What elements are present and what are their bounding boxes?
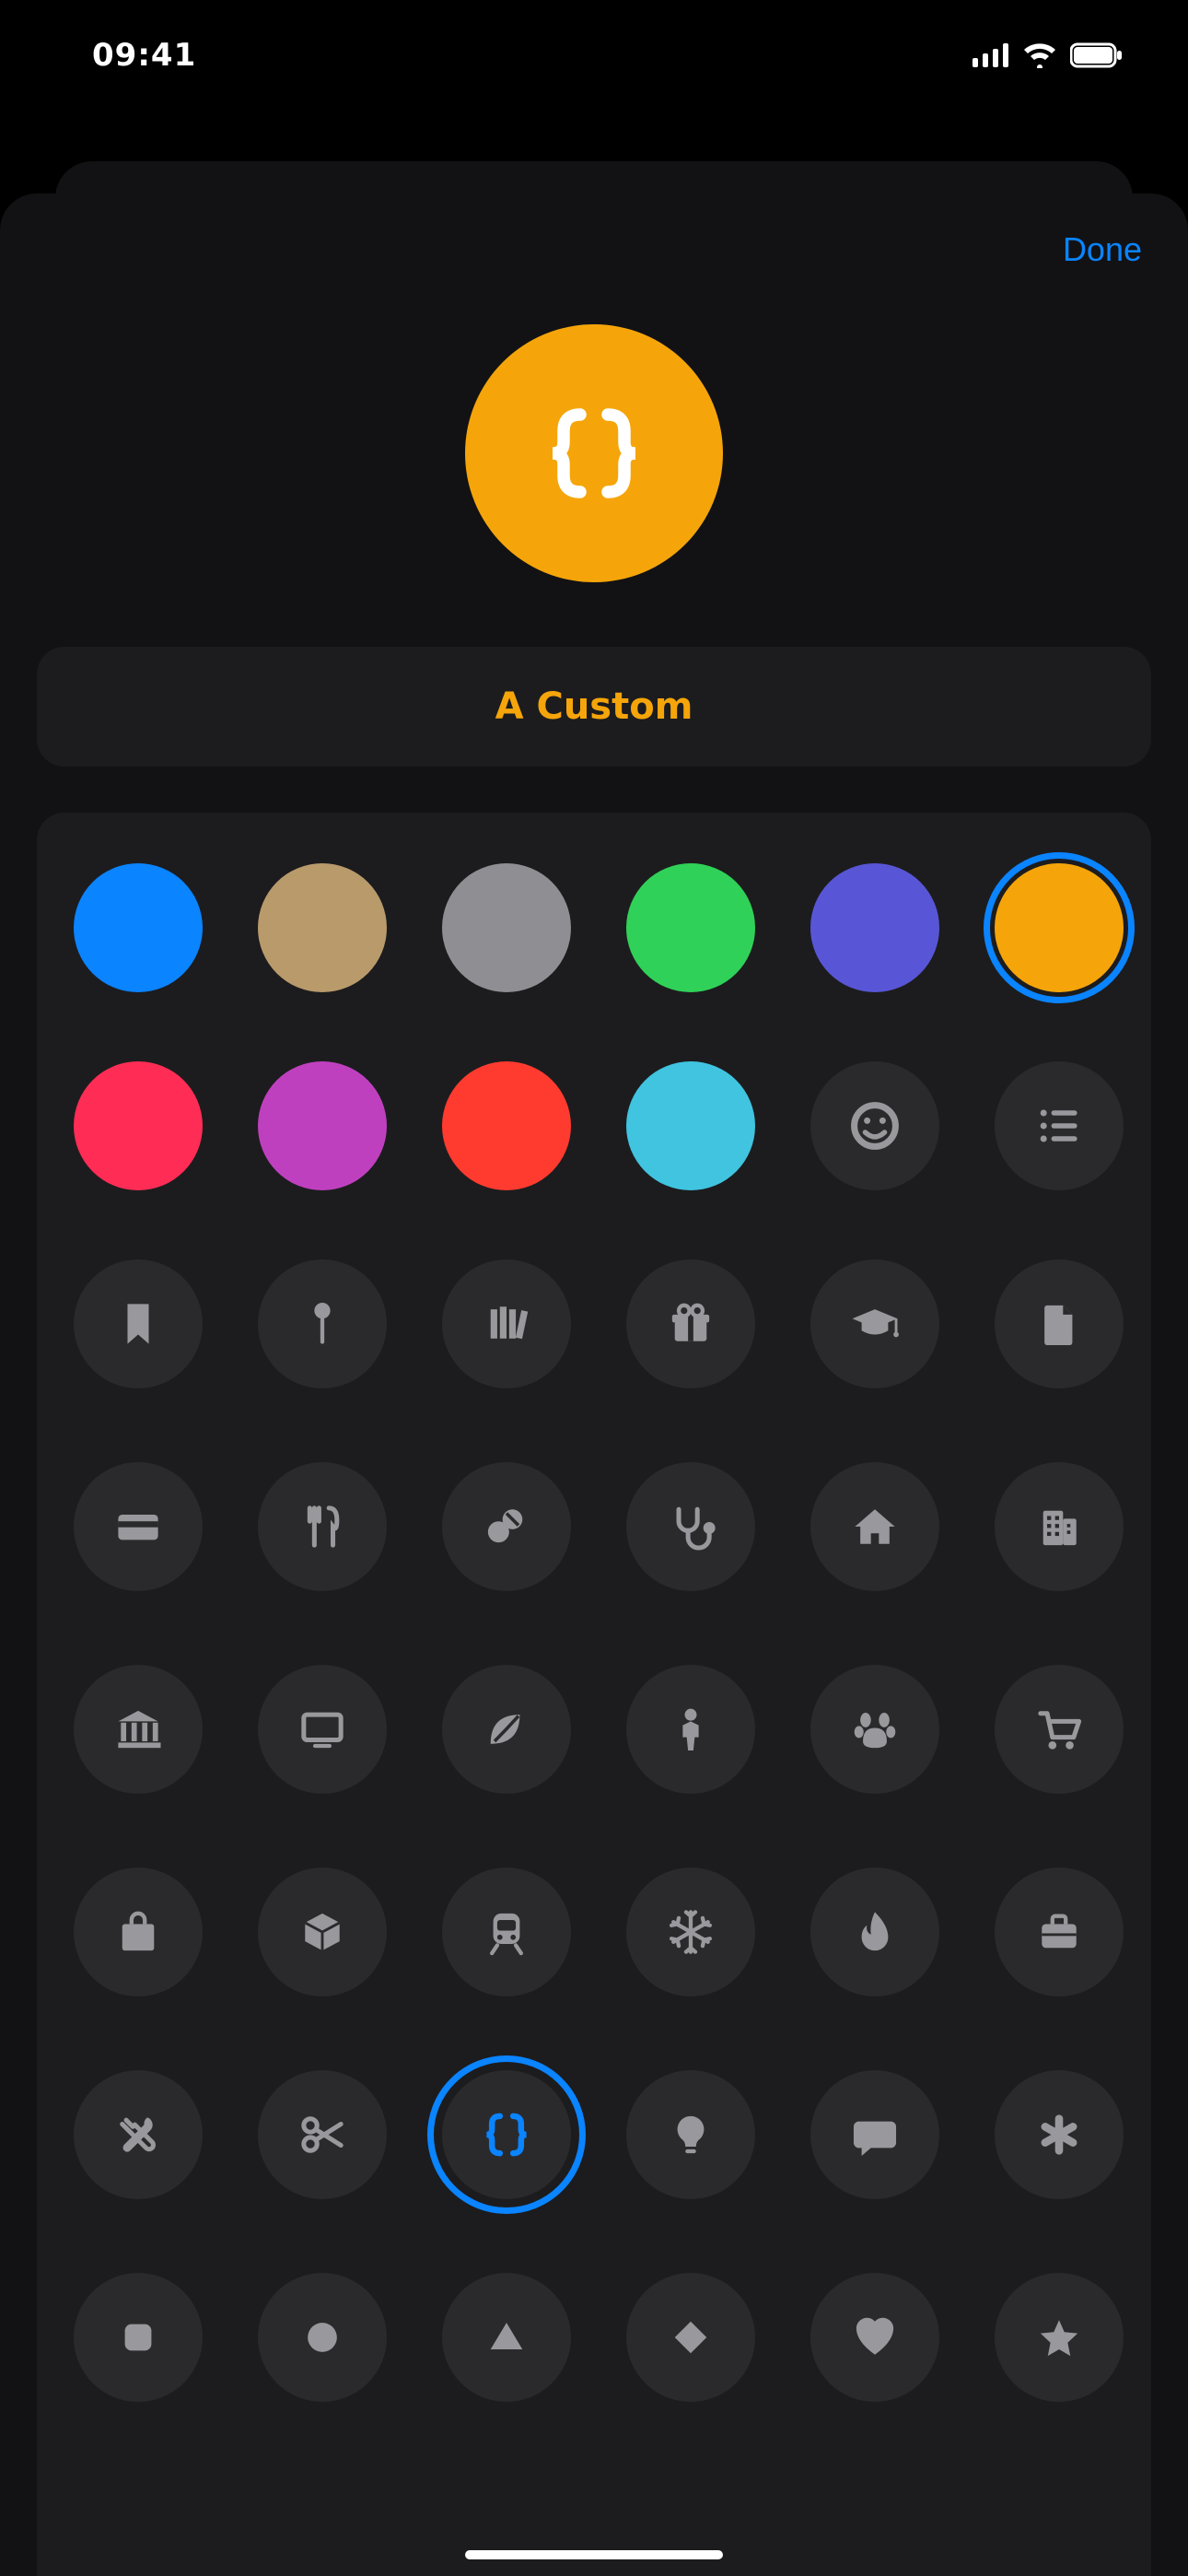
flame-icon[interactable] [810, 1868, 939, 1996]
done-button[interactable]: Done [1063, 230, 1142, 269]
gift-icon[interactable] [626, 1259, 755, 1388]
heart-icon[interactable] [810, 2273, 939, 2402]
asterisk-icon[interactable] [995, 2070, 1124, 2199]
color-swatch[interactable] [442, 1061, 571, 1190]
leaf-icon[interactable] [442, 1665, 571, 1794]
list-name-text: A Custom [495, 685, 693, 728]
box-icon[interactable] [258, 1868, 387, 1996]
lightbulb-icon[interactable] [626, 2070, 755, 2199]
stethoscope-icon[interactable] [626, 1462, 755, 1591]
color-swatch[interactable] [626, 1061, 755, 1190]
star-icon[interactable] [995, 2273, 1124, 2402]
emoji-picker-button[interactable] [810, 1061, 939, 1190]
list-icon-preview [465, 324, 723, 582]
battery-icon [1070, 42, 1124, 68]
circle-icon[interactable] [258, 2273, 387, 2402]
bag-icon[interactable] [74, 1868, 203, 1996]
scissors-icon[interactable] [258, 2070, 387, 2199]
color-swatch[interactable] [74, 863, 203, 992]
person-icon[interactable] [626, 1665, 755, 1794]
chat-icon[interactable] [810, 2070, 939, 2199]
document-icon[interactable] [995, 1259, 1124, 1388]
monitor-icon[interactable] [258, 1665, 387, 1794]
list-icon-preview-wrap [37, 324, 1151, 582]
pills-icon[interactable] [442, 1462, 571, 1591]
snowflake-icon[interactable] [626, 1868, 755, 1996]
color-swatch[interactable] [74, 1061, 203, 1190]
graduation-cap-icon[interactable] [810, 1259, 939, 1388]
color-swatch[interactable] [995, 863, 1124, 992]
color-swatch[interactable] [442, 863, 571, 992]
edit-list-sheet: Done A Custom [0, 193, 1188, 2576]
sheet-header: Done [37, 221, 1151, 297]
house-icon[interactable] [810, 1462, 939, 1591]
color-swatch[interactable] [258, 1061, 387, 1190]
code-braces-icon[interactable] [442, 2070, 571, 2199]
triangle-icon[interactable] [442, 2273, 571, 2402]
cart-icon[interactable] [995, 1665, 1124, 1794]
utensils-icon[interactable] [258, 1462, 387, 1591]
list-name-field[interactable]: A Custom [37, 647, 1151, 767]
train-icon[interactable] [442, 1868, 571, 1996]
icon-grid [74, 1259, 1114, 2402]
diamond-icon[interactable] [626, 2273, 755, 2402]
credit-card-icon[interactable] [74, 1462, 203, 1591]
picker-panel [37, 813, 1151, 2576]
cellular-icon [973, 43, 1009, 67]
paw-icon[interactable] [810, 1665, 939, 1794]
books-icon[interactable] [442, 1259, 571, 1388]
briefcase-icon[interactable] [995, 1868, 1124, 1996]
home-indicator[interactable] [465, 2550, 723, 2559]
rounded-square-icon[interactable] [74, 2273, 203, 2402]
preview-glyph-icon [525, 384, 663, 522]
bookmark-icon[interactable] [74, 1259, 203, 1388]
status-bar: 09:41 [0, 0, 1188, 111]
more-options-button[interactable] [995, 1061, 1124, 1190]
pin-icon[interactable] [258, 1259, 387, 1388]
color-grid [74, 863, 1114, 1190]
color-swatch[interactable] [258, 863, 387, 992]
status-time: 09:41 [92, 37, 196, 74]
color-swatch[interactable] [810, 863, 939, 992]
wifi-icon [1022, 42, 1057, 68]
color-swatch[interactable] [626, 863, 755, 992]
building-icon[interactable] [995, 1462, 1124, 1591]
status-indicators [973, 42, 1124, 68]
tools-icon[interactable] [74, 2070, 203, 2199]
bank-icon[interactable] [74, 1665, 203, 1794]
